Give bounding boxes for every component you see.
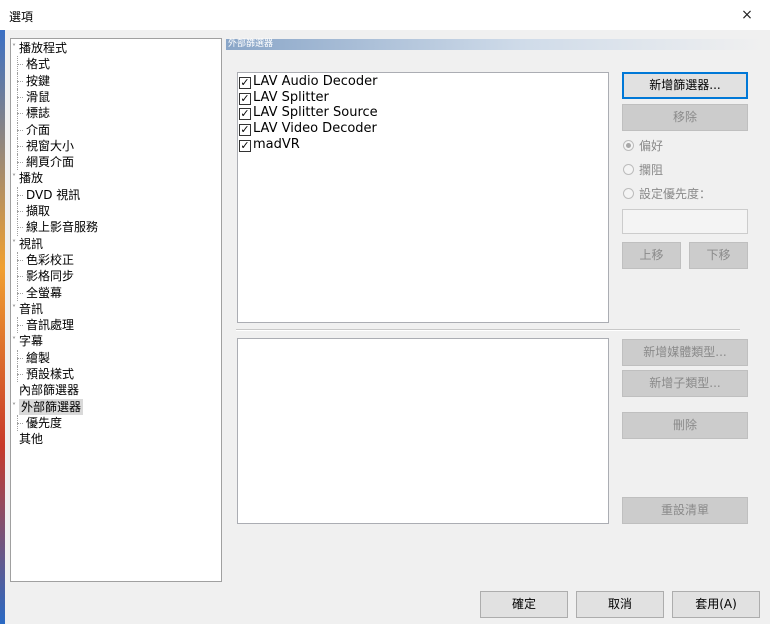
panel-header: 外部篩選器 <box>226 39 764 50</box>
tree-item[interactable]: 滑鼠 <box>26 89 50 105</box>
tree-connector <box>17 72 18 89</box>
filter-label: LAV Splitter Source <box>253 105 378 121</box>
checkbox-icon[interactable]: ✓ <box>239 139 251 152</box>
expand-chevron-icon[interactable]: ˅ <box>12 174 20 182</box>
expand-chevron-icon[interactable]: ˅ <box>12 337 20 345</box>
tree-connector <box>17 251 18 269</box>
checkbox-icon[interactable]: ✓ <box>239 108 251 121</box>
tree-item[interactable]: 預設樣式 <box>26 366 74 382</box>
tree-item[interactable]: 外部篩選器 <box>19 398 84 415</box>
tree-connector <box>17 154 18 171</box>
filter-list[interactable]: ✓ LAV Audio Decoder ✓ LAV Splitter ✓ LAV Spli… <box>237 72 609 323</box>
tree-item[interactable]: DVD 視訊 <box>26 187 80 203</box>
tree-item[interactable]: 網頁介面 <box>26 154 74 170</box>
ok-button[interactable]: 確定 <box>480 591 568 618</box>
cancel-button[interactable]: 取消 <box>576 591 664 618</box>
tree-connector <box>17 56 18 73</box>
tree-item[interactable]: 音訊 <box>19 301 43 317</box>
filter-item[interactable]: ✓ LAV Splitter <box>239 90 329 106</box>
close-button[interactable]: × <box>724 0 770 30</box>
filter-item[interactable]: ✓ LAV Video Decoder <box>239 121 377 137</box>
media-type-list[interactable] <box>237 338 609 524</box>
background-window-edge <box>0 30 5 624</box>
filter-item[interactable]: ✓ LAV Splitter Source <box>239 105 378 121</box>
tree-connector <box>17 121 18 138</box>
section-separator <box>236 329 740 331</box>
add-media-type-button[interactable]: 新增媒體類型... <box>622 339 748 366</box>
title-bar: 選項 × <box>0 0 770 30</box>
tree-connector <box>17 414 18 432</box>
tree-item[interactable]: 播放程式 <box>19 40 67 56</box>
tree-connector <box>17 268 18 285</box>
tree-item[interactable]: 線上影音服務 <box>26 219 98 235</box>
tree-connector <box>17 366 18 383</box>
radio-set-priority-indicator <box>623 188 634 199</box>
tree-item[interactable]: 介面 <box>26 122 50 138</box>
priority-input[interactable] <box>622 209 748 234</box>
tree-item[interactable]: 標誌 <box>26 105 50 121</box>
tree-item[interactable]: 影格同步 <box>26 268 74 284</box>
close-icon: × <box>741 7 753 23</box>
radio-prefer-label: 偏好 <box>639 139 664 153</box>
tree-item[interactable]: 視窗大小 <box>26 138 74 154</box>
radio-block-indicator <box>623 164 634 175</box>
radio-block[interactable]: 攔阻 <box>623 162 663 178</box>
tree-connector <box>17 219 18 236</box>
tree-connector <box>17 137 18 155</box>
filter-label: LAV Video Decoder <box>253 121 377 137</box>
reset-list-button[interactable]: 重設清單 <box>622 497 748 524</box>
checkbox-icon[interactable]: ✓ <box>239 77 251 89</box>
tree-item[interactable]: 優先度 <box>26 415 62 431</box>
radio-block-label: 攔阻 <box>639 163 664 177</box>
expand-chevron-icon[interactable]: ˅ <box>12 44 20 52</box>
tree-connector <box>17 317 18 334</box>
tree-item[interactable]: 繪製 <box>26 350 50 366</box>
tree-item[interactable]: 播放 <box>19 170 43 186</box>
tree-connector <box>17 284 18 301</box>
tree-item[interactable]: 按鍵 <box>26 73 50 89</box>
filter-label: LAV Audio Decoder <box>253 74 378 89</box>
options-tree[interactable]: 播放程式 ˅ 格式 按鍵 滑鼠 標誌 介面 視窗大小 網頁介面 播放 ˅ DVD 視訊 擷取 線上影音服務… <box>10 38 222 582</box>
tree-connector <box>17 88 18 106</box>
delete-button[interactable]: 刪除 <box>622 412 748 439</box>
radio-prefer-indicator <box>623 140 634 151</box>
tree-item[interactable]: 色彩校正 <box>26 252 74 268</box>
tree-item[interactable]: 字幕 <box>19 333 43 349</box>
add-filter-button[interactable]: 新增篩選器... <box>622 72 748 99</box>
filter-item[interactable]: ✓ LAV Audio Decoder <box>239 74 377 90</box>
radio-prefer[interactable]: 偏好 <box>623 138 663 154</box>
tree-item[interactable]: 全螢幕 <box>26 285 62 301</box>
tree-connector <box>17 203 18 220</box>
tree-connector <box>17 105 18 122</box>
tree-item[interactable]: 格式 <box>26 56 50 72</box>
tree-item[interactable]: 視訊 <box>19 236 43 252</box>
filter-item[interactable]: ✓ madVR <box>239 137 300 153</box>
expand-chevron-icon[interactable]: ˅ <box>12 402 20 411</box>
tree-connector <box>17 349 18 366</box>
apply-button[interactable]: 套用(A) <box>672 591 760 618</box>
radio-set-priority[interactable]: 設定優先度： <box>623 186 711 202</box>
checkbox-icon[interactable]: ✓ <box>239 124 251 137</box>
tree-item[interactable]: 擷取 <box>26 203 50 219</box>
expand-chevron-icon[interactable]: ˅ <box>12 239 20 248</box>
remove-button[interactable]: 移除 <box>622 104 748 131</box>
checkbox-icon[interactable]: ✓ <box>239 92 251 105</box>
move-up-button[interactable]: 上移 <box>622 242 681 269</box>
window-title: 選項 <box>9 10 34 24</box>
tree-item[interactable]: 其他 <box>19 431 43 447</box>
filter-label: madVR <box>253 136 300 152</box>
tree-item[interactable]: 內部篩選器 <box>19 382 79 398</box>
filter-label: LAV Splitter <box>253 89 329 105</box>
expand-chevron-icon[interactable]: ˅ <box>12 304 20 313</box>
move-down-button[interactable]: 下移 <box>689 242 748 269</box>
radio-set-priority-label: 設定優先度： <box>639 187 712 201</box>
tree-item[interactable]: 音訊處理 <box>26 317 74 333</box>
add-subtype-button[interactable]: 新增子類型... <box>622 370 748 397</box>
tree-connector <box>17 186 18 203</box>
